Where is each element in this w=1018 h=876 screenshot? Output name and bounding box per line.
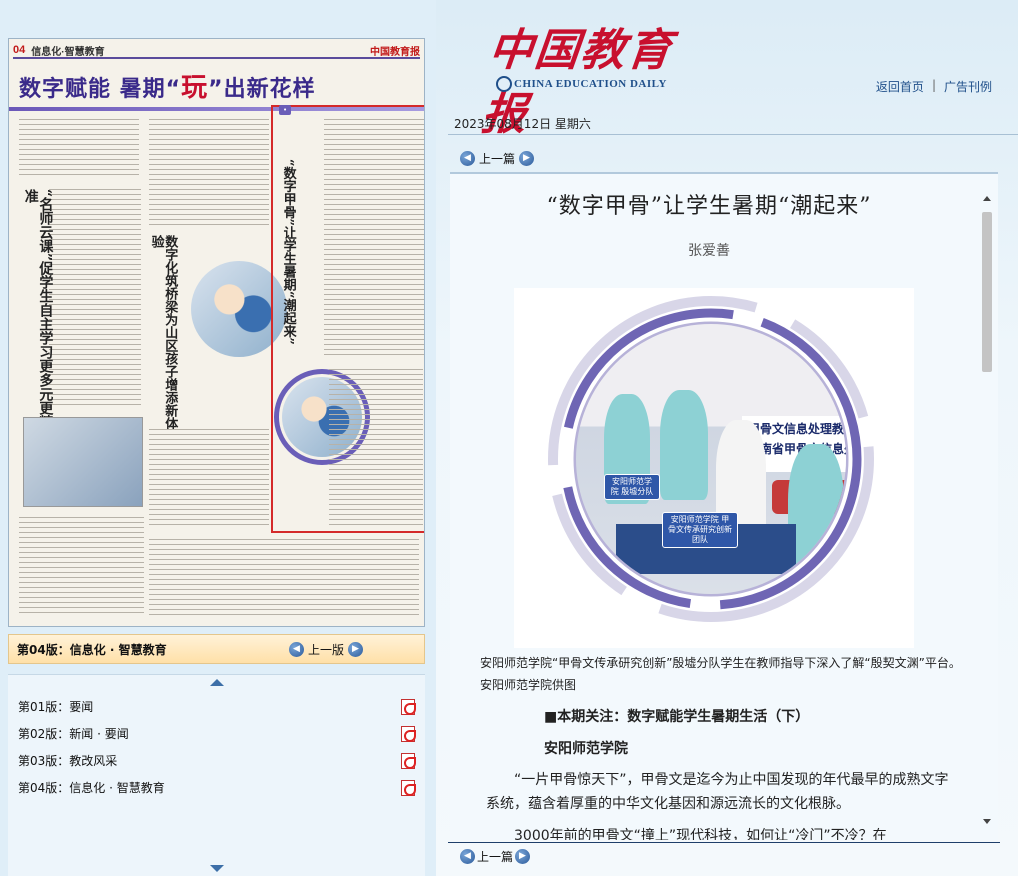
pdf-icon[interactable] — [401, 725, 416, 742]
paper-text-block — [149, 539, 419, 619]
photo-banner-line1: 甲骨文信息处理教育 — [748, 422, 846, 436]
scroll-down-icon[interactable] — [209, 865, 224, 872]
nav-next-icon[interactable]: ▶ — [515, 849, 531, 864]
prev-article-link[interactable]: 上一篇 — [479, 150, 515, 167]
article-nav-bottom[interactable]: ◀ 上一篇 ▶ — [460, 848, 531, 865]
scroll-down-icon[interactable] — [983, 819, 991, 824]
paper-text-block — [149, 429, 269, 529]
article-paragraph: 3000年前的甲骨文“撞上”现代科技，如何让“冷门”不冷？在 — [514, 828, 887, 840]
paper-headline-part2: ”出新花样 — [208, 77, 316, 102]
paper-text-block — [49, 189, 141, 409]
paper-text-block — [19, 517, 144, 617]
photo-caption: 安阳师范学院“甲骨文传承研究创新”殷墟分队学生在教师指导下深入了解“殷契文渊”平… — [480, 656, 961, 692]
photo-tent-card: 安阳师范学院 甲骨文传承研究创新团队 — [662, 512, 738, 548]
ads-link[interactable]: 广告刊例 — [944, 78, 992, 95]
paper-text-block — [19, 119, 139, 179]
page-item[interactable]: 第04版：信息化 · 智慧教育 — [18, 774, 416, 801]
photo-person — [660, 390, 708, 500]
photo-scene: 甲骨文信息处理教育 河南省甲骨文信息处 安阳师范学院 殷墟分队 安阳师范学院 甲… — [576, 324, 846, 594]
article-nav-top[interactable]: ◀ 上一篇 ▶ — [460, 150, 535, 167]
selected-article-highlight[interactable] — [271, 105, 424, 533]
nav-next-icon[interactable]: ▶ — [348, 642, 364, 657]
page-list-panel: 第01版：要闻 第02版：新闻 · 要闻 第03版：教改风采 第04版：信息化 … — [8, 674, 425, 876]
edition-bar: 第04版：信息化 · 智慧教育 ◀ 上一版 ▶ — [8, 634, 425, 664]
nav-prev-icon[interactable]: ◀ — [460, 849, 475, 864]
paper-page-number: 04 — [13, 44, 26, 56]
page-item[interactable]: 第03版：教改风采 — [18, 747, 416, 774]
paper-section-tag: • — [279, 105, 292, 115]
divider — [448, 134, 1018, 135]
paper-mini-masthead: 中国教育报 — [370, 46, 420, 58]
left-panel: 04 信息化·智慧教育 中国教育报 数字赋能 暑期“玩”出新花样 “名师云课”促… — [0, 0, 436, 876]
masthead-logo[interactable]: 中国教育报 CHINA EDUCATION DAILY — [479, 14, 686, 140]
page-list: 第01版：要闻 第02版：新闻 · 要闻 第03版：教改风采 第04版：信息化 … — [18, 693, 416, 801]
paper-headline: 数字赋能 暑期“玩”出新花样 — [19, 67, 319, 107]
photo-tent-card: 安阳师范学院 殷墟分队 — [604, 474, 660, 500]
home-link[interactable]: 返回首页 — [876, 78, 924, 95]
article-scrollbar[interactable] — [980, 196, 994, 832]
paper-vertical-title-1: “名师云课”促学生自主学习更多元更精准 — [22, 189, 54, 430]
paper-vertical-title-2: 数字化筑桥梁为山区孩子增添新体验 — [148, 235, 178, 430]
pdf-icon[interactable] — [401, 698, 416, 715]
pdf-icon[interactable] — [401, 752, 416, 769]
school-heading: 安阳师范学院 — [544, 741, 628, 757]
prev-article-link[interactable]: 上一篇 — [477, 848, 513, 865]
focus-heading: ■本期关注：数字赋能学生暑期生活（下） — [544, 709, 810, 725]
article-body: “一片甲骨惊天下”，甲骨文是迄今为止中国发现的年代最早的成熟文字系统，蕴含着厚重… — [486, 768, 956, 840]
edition-label: 第04版：信息化 · 智慧教育 — [17, 642, 167, 657]
page-item-label[interactable]: 第02版：新闻 · 要闻 — [18, 725, 129, 742]
prev-edition-link[interactable]: 上一版 — [308, 641, 344, 658]
article-title: “数字甲骨”让学生暑期“潮起来” — [546, 194, 872, 219]
pdf-icon[interactable] — [401, 779, 416, 796]
article-photo: 甲骨文信息处理教育 河南省甲骨文信息处 安阳师范学院 殷墟分队 安阳师范学院 甲… — [514, 288, 914, 648]
paper-headline-part1: 数字赋能 暑期“ — [19, 77, 182, 102]
top-links: 返回首页 | 广告刊例 — [876, 78, 992, 95]
paper-header: 04 信息化·智慧教育 中国教育报 — [13, 43, 420, 59]
nav-prev-icon[interactable]: ◀ — [289, 642, 304, 657]
issue-date: 2023年08月12日 星期六 — [454, 117, 591, 131]
globe-icon — [496, 76, 512, 92]
paper-section-name: 信息化·智慧教育 — [31, 46, 105, 58]
link-separator: | — [931, 78, 936, 92]
masthead-title-en: CHINA EDUCATION DAILY — [514, 78, 667, 90]
paper-text-block — [149, 119, 269, 229]
page-item[interactable]: 第01版：要闻 — [18, 693, 416, 720]
article-author: 张爱善 — [688, 243, 730, 259]
article-content: “数字甲骨”让学生暑期“潮起来” 张爱善 甲骨文信息处理教育 河南省甲骨文信息处… — [450, 172, 998, 840]
article-paragraph: “一片甲骨惊天下”，甲骨文是迄今为止中国发现的年代最早的成熟文字系统，蕴含着厚重… — [486, 772, 949, 812]
scroll-up-icon[interactable] — [209, 679, 224, 686]
photo-person — [788, 444, 844, 584]
nav-prev-icon[interactable]: ◀ — [460, 151, 475, 166]
scrollbar-thumb[interactable] — [982, 212, 992, 372]
page-item-label[interactable]: 第01版：要闻 — [18, 698, 93, 715]
paper-headline-highlight: 玩 — [181, 73, 209, 103]
newspaper-page-preview[interactable]: 04 信息化·智慧教育 中国教育报 数字赋能 暑期“玩”出新花样 “名师云课”促… — [8, 38, 425, 627]
divider — [448, 842, 1000, 843]
page-item-label[interactable]: 第03版：教改风采 — [18, 752, 117, 769]
prev-edition-nav[interactable]: ◀ 上一版 ▶ — [289, 641, 364, 658]
paper-photo-3 — [23, 417, 143, 507]
page-item[interactable]: 第02版：新闻 · 要闻 — [18, 720, 416, 747]
scroll-up-icon[interactable] — [983, 196, 991, 201]
nav-next-icon[interactable]: ▶ — [519, 151, 535, 166]
page-item-label[interactable]: 第04版：信息化 · 智慧教育 — [18, 779, 165, 796]
